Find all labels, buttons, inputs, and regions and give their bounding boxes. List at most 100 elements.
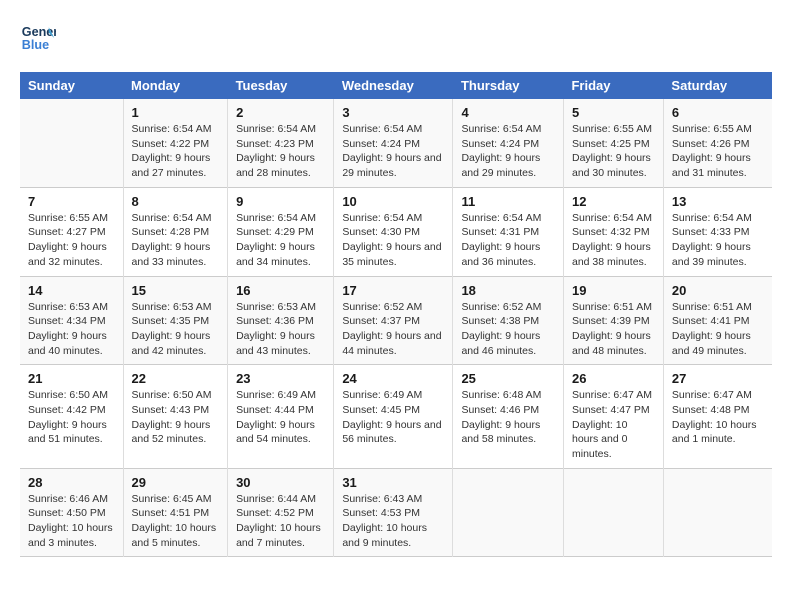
logo: General Blue [20, 20, 60, 56]
calendar-cell [663, 468, 772, 557]
calendar-cell: 1 Sunrise: 6:54 AMSunset: 4:22 PMDaylight… [123, 99, 228, 187]
day-number: 27 [672, 371, 764, 386]
column-header-tuesday: Tuesday [228, 72, 334, 99]
day-info: Sunrise: 6:52 AMSunset: 4:37 PMDaylight:… [342, 300, 444, 359]
day-number: 11 [461, 194, 555, 209]
calendar-cell: 14 Sunrise: 6:53 AMSunset: 4:34 PMDayligh… [20, 276, 123, 365]
day-info: Sunrise: 6:47 AMSunset: 4:47 PMDaylight:… [572, 388, 655, 461]
day-info: Sunrise: 6:43 AMSunset: 4:53 PMDaylight:… [342, 492, 444, 551]
day-number: 25 [461, 371, 555, 386]
day-info: Sunrise: 6:54 AMSunset: 4:22 PMDaylight:… [132, 122, 220, 181]
column-header-saturday: Saturday [663, 72, 772, 99]
calendar-cell: 11 Sunrise: 6:54 AMSunset: 4:31 PMDayligh… [453, 187, 564, 276]
calendar-cell: 5 Sunrise: 6:55 AMSunset: 4:25 PMDaylight… [563, 99, 663, 187]
calendar-cell: 3 Sunrise: 6:54 AMSunset: 4:24 PMDaylight… [334, 99, 453, 187]
day-info: Sunrise: 6:46 AMSunset: 4:50 PMDaylight:… [28, 492, 115, 551]
day-number: 30 [236, 475, 325, 490]
calendar-body: 1 Sunrise: 6:54 AMSunset: 4:22 PMDaylight… [20, 99, 772, 557]
column-header-friday: Friday [563, 72, 663, 99]
calendar-cell: 29 Sunrise: 6:45 AMSunset: 4:51 PMDayligh… [123, 468, 228, 557]
day-info: Sunrise: 6:53 AMSunset: 4:35 PMDaylight:… [132, 300, 220, 359]
week-row-2: 7 Sunrise: 6:55 AMSunset: 4:27 PMDaylight… [20, 187, 772, 276]
day-number: 19 [572, 283, 655, 298]
calendar-cell: 17Sunrise: 6:52 AMSunset: 4:37 PMDayligh… [334, 276, 453, 365]
column-header-monday: Monday [123, 72, 228, 99]
day-info: Sunrise: 6:55 AMSunset: 4:26 PMDaylight:… [672, 122, 764, 181]
day-number: 6 [672, 105, 764, 120]
day-number: 16 [236, 283, 325, 298]
day-number: 20 [672, 283, 764, 298]
day-number: 14 [28, 283, 115, 298]
week-row-1: 1 Sunrise: 6:54 AMSunset: 4:22 PMDaylight… [20, 99, 772, 187]
page-header: General Blue [20, 20, 772, 56]
calendar-cell: 28 Sunrise: 6:46 AMSunset: 4:50 PMDayligh… [20, 468, 123, 557]
day-info: Sunrise: 6:51 AMSunset: 4:41 PMDaylight:… [672, 300, 764, 359]
day-number: 4 [461, 105, 555, 120]
day-info: Sunrise: 6:53 AMSunset: 4:36 PMDaylight:… [236, 300, 325, 359]
day-info: Sunrise: 6:55 AMSunset: 4:27 PMDaylight:… [28, 211, 115, 270]
day-number: 3 [342, 105, 444, 120]
day-number: 26 [572, 371, 655, 386]
calendar-table: SundayMondayTuesdayWednesdayThursdayFrid… [20, 72, 772, 557]
calendar-cell: 12Sunrise: 6:54 AMSunset: 4:32 PMDayligh… [563, 187, 663, 276]
day-number: 29 [132, 475, 220, 490]
column-header-thursday: Thursday [453, 72, 564, 99]
day-number: 22 [132, 371, 220, 386]
calendar-cell: 22Sunrise: 6:50 AMSunset: 4:43 PMDayligh… [123, 365, 228, 468]
calendar-cell: 20 Sunrise: 6:51 AMSunset: 4:41 PMDayligh… [663, 276, 772, 365]
day-number: 23 [236, 371, 325, 386]
calendar-header: SundayMondayTuesdayWednesdayThursdayFrid… [20, 72, 772, 99]
calendar-cell: 21 Sunrise: 6:50 AMSunset: 4:42 PMDayligh… [20, 365, 123, 468]
day-number: 28 [28, 475, 115, 490]
day-number: 7 [28, 194, 115, 209]
calendar-cell [20, 99, 123, 187]
calendar-cell: 27Sunrise: 6:47 AMSunset: 4:48 PMDayligh… [663, 365, 772, 468]
calendar-cell [453, 468, 564, 557]
day-info: Sunrise: 6:49 AMSunset: 4:45 PMDaylight:… [342, 388, 444, 447]
calendar-cell: 23Sunrise: 6:49 AMSunset: 4:44 PMDayligh… [228, 365, 334, 468]
calendar-cell: 13 Sunrise: 6:54 AMSunset: 4:33 PMDayligh… [663, 187, 772, 276]
day-info: Sunrise: 6:54 AMSunset: 4:33 PMDaylight:… [672, 211, 764, 270]
day-info: Sunrise: 6:54 AMSunset: 4:24 PMDaylight:… [342, 122, 444, 181]
day-number: 9 [236, 194, 325, 209]
column-header-wednesday: Wednesday [334, 72, 453, 99]
day-number: 2 [236, 105, 325, 120]
day-info: Sunrise: 6:54 AMSunset: 4:24 PMDaylight:… [461, 122, 555, 181]
calendar-cell: 10Sunrise: 6:54 AMSunset: 4:30 PMDayligh… [334, 187, 453, 276]
day-info: Sunrise: 6:54 AMSunset: 4:31 PMDaylight:… [461, 211, 555, 270]
day-info: Sunrise: 6:54 AMSunset: 4:32 PMDaylight:… [572, 211, 655, 270]
calendar-cell: 9 Sunrise: 6:54 AMSunset: 4:29 PMDaylight… [228, 187, 334, 276]
day-info: Sunrise: 6:54 AMSunset: 4:29 PMDaylight:… [236, 211, 325, 270]
day-number: 15 [132, 283, 220, 298]
week-row-5: 28 Sunrise: 6:46 AMSunset: 4:50 PMDayligh… [20, 468, 772, 557]
calendar-cell: 8 Sunrise: 6:54 AMSunset: 4:28 PMDaylight… [123, 187, 228, 276]
calendar-cell: 2Sunrise: 6:54 AMSunset: 4:23 PMDaylight… [228, 99, 334, 187]
day-number: 13 [672, 194, 764, 209]
day-number: 1 [132, 105, 220, 120]
calendar-cell: 15 Sunrise: 6:53 AMSunset: 4:35 PMDayligh… [123, 276, 228, 365]
day-info: Sunrise: 6:44 AMSunset: 4:52 PMDaylight:… [236, 492, 325, 551]
day-info: Sunrise: 6:51 AMSunset: 4:39 PMDaylight:… [572, 300, 655, 359]
day-number: 5 [572, 105, 655, 120]
day-number: 10 [342, 194, 444, 209]
column-header-sunday: Sunday [20, 72, 123, 99]
calendar-cell: 18Sunrise: 6:52 AMSunset: 4:38 PMDayligh… [453, 276, 564, 365]
calendar-cell: 6 Sunrise: 6:55 AMSunset: 4:26 PMDaylight… [663, 99, 772, 187]
calendar-cell: 16 Sunrise: 6:53 AMSunset: 4:36 PMDayligh… [228, 276, 334, 365]
day-number: 21 [28, 371, 115, 386]
calendar-cell: 7 Sunrise: 6:55 AMSunset: 4:27 PMDaylight… [20, 187, 123, 276]
day-info: Sunrise: 6:45 AMSunset: 4:51 PMDaylight:… [132, 492, 220, 551]
calendar-cell: 30 Sunrise: 6:44 AMSunset: 4:52 PMDayligh… [228, 468, 334, 557]
week-row-3: 14 Sunrise: 6:53 AMSunset: 4:34 PMDayligh… [20, 276, 772, 365]
calendar-cell: 24Sunrise: 6:49 AMSunset: 4:45 PMDayligh… [334, 365, 453, 468]
day-info: Sunrise: 6:55 AMSunset: 4:25 PMDaylight:… [572, 122, 655, 181]
calendar-cell [563, 468, 663, 557]
logo-icon: General Blue [20, 20, 56, 56]
day-number: 8 [132, 194, 220, 209]
day-info: Sunrise: 6:54 AMSunset: 4:28 PMDaylight:… [132, 211, 220, 270]
day-number: 31 [342, 475, 444, 490]
calendar-cell: 25 Sunrise: 6:48 AMSunset: 4:46 PMDayligh… [453, 365, 564, 468]
day-info: Sunrise: 6:50 AMSunset: 4:42 PMDaylight:… [28, 388, 115, 447]
day-info: Sunrise: 6:48 AMSunset: 4:46 PMDaylight:… [461, 388, 555, 447]
day-info: Sunrise: 6:53 AMSunset: 4:34 PMDaylight:… [28, 300, 115, 359]
